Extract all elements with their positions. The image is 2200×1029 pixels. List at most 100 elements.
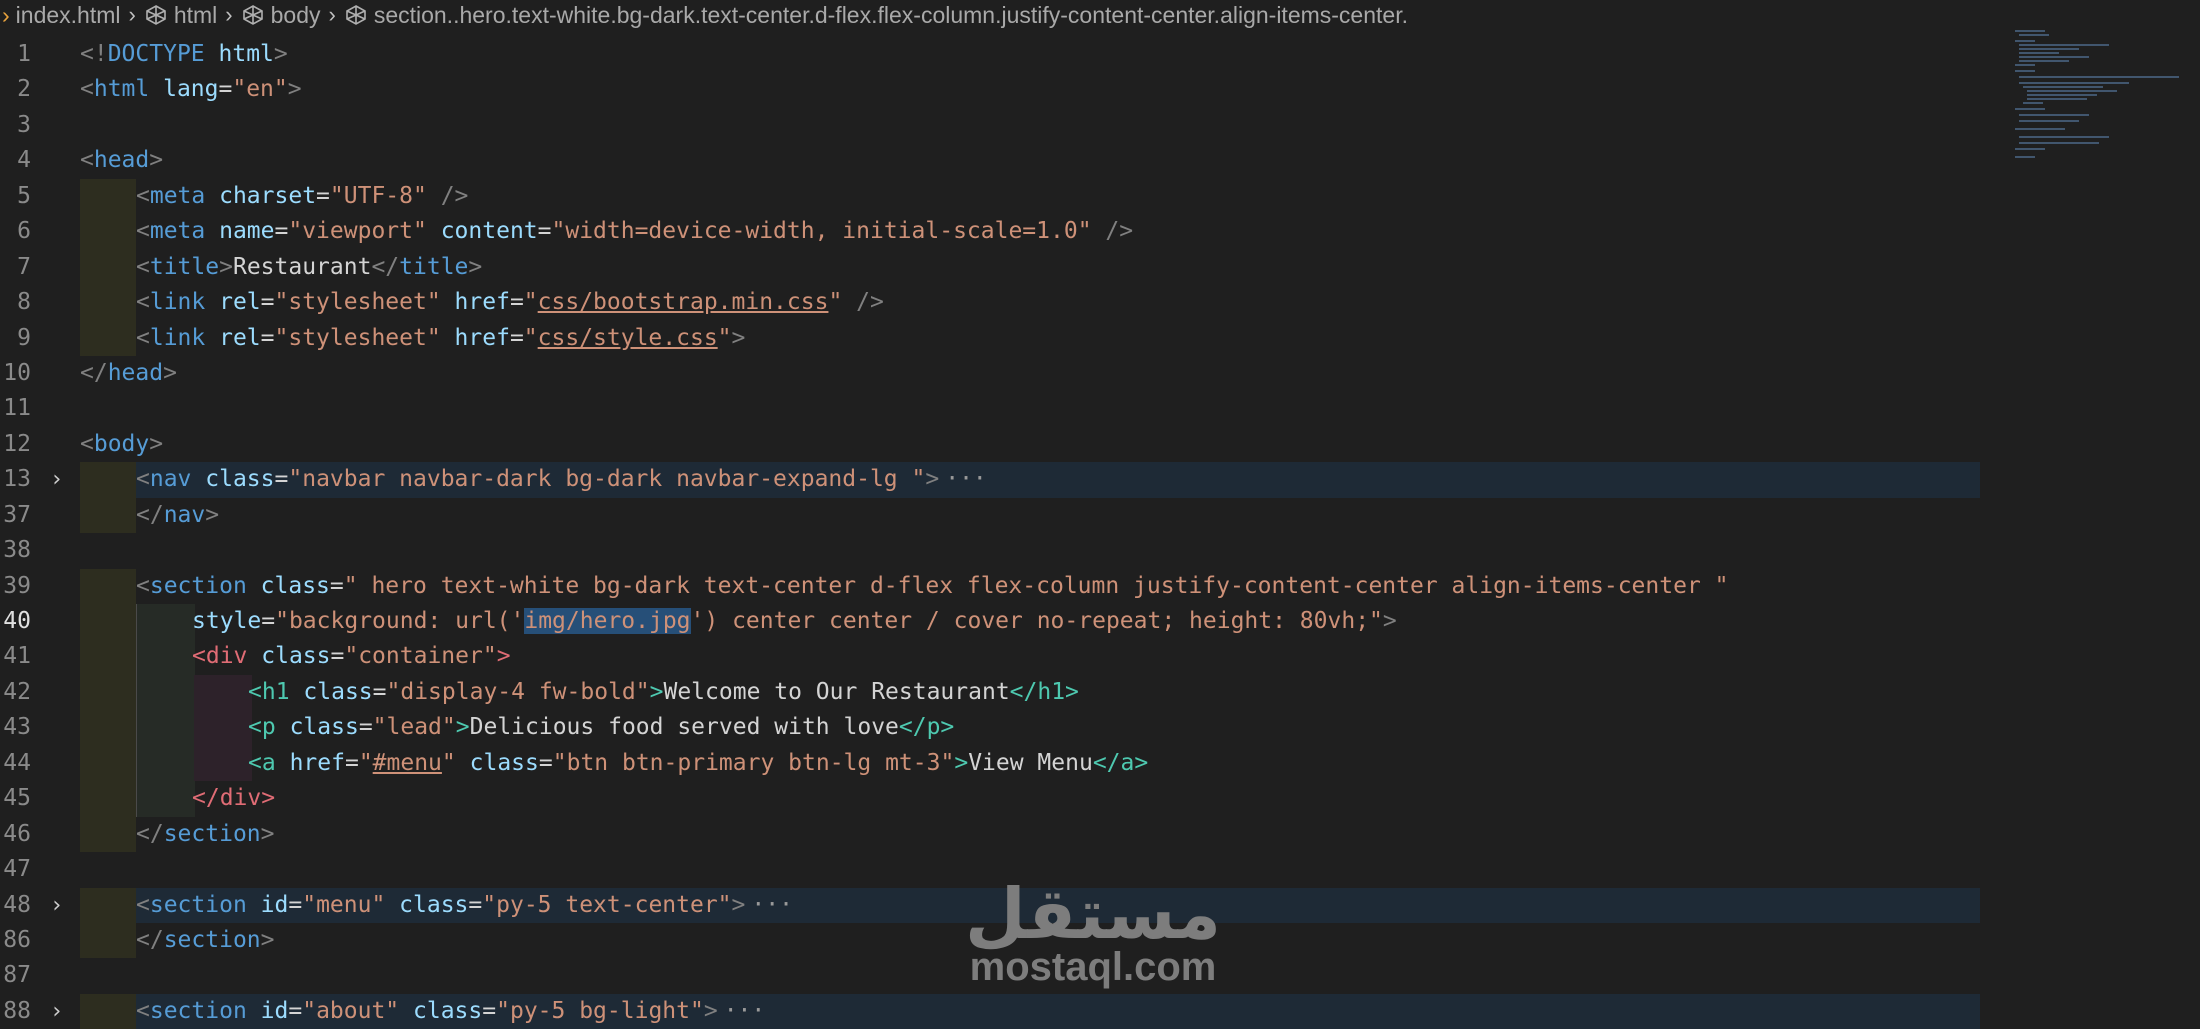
code-token: > xyxy=(149,430,164,457)
watermark-arabic: مستقل xyxy=(965,873,1222,955)
code-line[interactable]: 10 </head> xyxy=(0,356,1980,391)
folded-ellipsis[interactable]: ··· xyxy=(751,892,793,918)
code-text: <!DOCTYPE html> xyxy=(80,37,288,72)
code-token: ') center center / cover no-repeat; heig… xyxy=(690,608,1383,634)
code-text: <h1 class="display-4 fw-bold">Welcome to… xyxy=(248,675,1079,710)
minimap-line xyxy=(2023,102,2043,104)
code-line[interactable]: 45 </div> xyxy=(0,781,1980,817)
code-token: class xyxy=(469,749,539,776)
line-number: 38 xyxy=(3,537,31,564)
code-token: > xyxy=(273,41,288,67)
code-token: section xyxy=(149,997,247,1024)
code-line[interactable]: 39 <section class=" hero text-white bg-da… xyxy=(0,568,1980,604)
code-line[interactable]: 7 <title>Restaurant</title> xyxy=(0,249,1980,286)
code-line[interactable]: 38 xyxy=(0,533,1980,568)
breadcrumb-section[interactable]: section..hero.text-white.bg-dark.text-ce… xyxy=(374,2,1408,29)
minimap-line xyxy=(2019,60,2069,62)
chevron-right-icon: › xyxy=(328,2,336,27)
minimap[interactable] xyxy=(1995,30,2200,190)
code-line[interactable]: 44 <a href="#menu" class="btn btn-primary… xyxy=(0,745,1980,782)
code-token: name xyxy=(219,218,275,245)
code-line[interactable]: 43 <p class="lead">Delicious food served … xyxy=(0,710,1980,746)
code-line[interactable]: 41 <div class="container"> xyxy=(0,639,1980,675)
chevron-right-icon[interactable]: › xyxy=(50,888,70,923)
code-token: > xyxy=(703,997,718,1024)
code-token: </ xyxy=(136,926,164,953)
code-token: "viewport" xyxy=(288,218,427,245)
code-token: "about" xyxy=(302,997,400,1024)
indent-guide xyxy=(80,816,136,853)
indent-guide xyxy=(80,249,136,286)
code-token: < xyxy=(80,147,94,174)
code-token: = xyxy=(274,218,289,245)
code-line[interactable]: 37 </nav> xyxy=(0,497,1980,534)
symbol-element-icon xyxy=(144,3,168,27)
code-line[interactable]: 9 <link rel="stylesheet" href="css/style.… xyxy=(0,320,1980,356)
code-token: link xyxy=(149,289,206,316)
chevron-right-icon: › xyxy=(225,2,233,27)
code-text: <title>Restaurant</title> xyxy=(136,250,482,285)
code-line[interactable]: 11 xyxy=(0,391,1980,426)
minimap-line xyxy=(2019,76,2179,78)
code-line[interactable]: 8 <link rel="stylesheet" href="css/bootst… xyxy=(0,285,1980,321)
chevron-right-icon: › xyxy=(2,1,10,28)
minimap-line xyxy=(2019,114,2089,116)
code-line[interactable]: 3 xyxy=(0,108,1980,143)
line-number: 12 xyxy=(3,430,31,457)
chevron-right-icon[interactable]: › xyxy=(50,462,70,497)
minimap-line xyxy=(2019,56,2089,58)
code-line[interactable]: 12 <body> xyxy=(0,427,1980,462)
code-line[interactable]: 13 › <nav class="navbar navbar-dark bg-dar… xyxy=(0,462,1980,499)
breadcrumb: › index.html › html › body › section..he… xyxy=(0,0,2200,30)
line-number: 4 xyxy=(17,147,31,174)
indent-guide xyxy=(80,568,136,604)
breadcrumb-file[interactable]: index.html xyxy=(16,2,121,29)
code-token: "display-4 fw-bold" xyxy=(386,678,650,705)
minimap-line xyxy=(2015,148,2045,150)
code-token: > xyxy=(731,324,746,351)
code-token: id xyxy=(260,997,289,1024)
code-token: class xyxy=(261,643,331,670)
code-token: </p> xyxy=(898,714,955,741)
breadcrumb-body[interactable]: body xyxy=(271,2,321,29)
line-number: 2 xyxy=(17,76,31,103)
line-number: 40 xyxy=(3,608,31,634)
breadcrumb-html[interactable]: html xyxy=(174,2,217,29)
code-line[interactable]: 4 <head> xyxy=(0,143,1980,178)
code-token: " xyxy=(358,749,373,776)
minimap-line xyxy=(2019,44,2109,46)
code-text: <section class=" hero text-white bg-dark… xyxy=(136,569,1728,604)
code-text: <body> xyxy=(80,427,163,462)
code-line[interactable]: 2 <html lang="en"> xyxy=(0,72,1980,107)
code-token: class xyxy=(205,466,275,493)
code-token: < xyxy=(136,289,150,316)
code-token: <h1 xyxy=(248,678,290,705)
indent-guide xyxy=(136,674,195,711)
code-line[interactable]: 1 <!DOCTYPE html> xyxy=(0,37,1980,72)
code-line[interactable]: 46 </section> xyxy=(0,816,1980,853)
code-text: <section id="menu" class="py-5 text-cent… xyxy=(136,888,793,923)
folded-ellipsis[interactable]: ··· xyxy=(945,466,987,492)
minimap-line xyxy=(2015,128,2065,130)
code-line[interactable]: 6 <meta name="viewport" content="width=de… xyxy=(0,214,1980,250)
line-number: 9 xyxy=(17,324,31,351)
code-text: <a href="#menu" class="btn btn-primary b… xyxy=(248,746,1148,781)
code-line[interactable]: 5 <meta charset="UTF-8" /> xyxy=(0,178,1980,215)
code-line[interactable]: 40 style="background: url('img/hero.jpg')… xyxy=(0,604,1980,640)
minimap-line xyxy=(2027,90,2117,92)
code-text: </nav> xyxy=(136,498,219,533)
folded-ellipsis[interactable]: ··· xyxy=(724,998,766,1024)
line-number: 48 xyxy=(3,891,31,918)
code-token: " xyxy=(717,324,732,351)
chevron-right-icon: › xyxy=(128,2,136,27)
code-token: rel xyxy=(219,324,261,351)
line-number: 47 xyxy=(3,856,31,883)
code-token: content xyxy=(440,218,538,245)
code-token: " xyxy=(523,289,538,316)
code-line[interactable]: 42 <h1 class="display-4 fw-bold">Welcome … xyxy=(0,674,1980,711)
